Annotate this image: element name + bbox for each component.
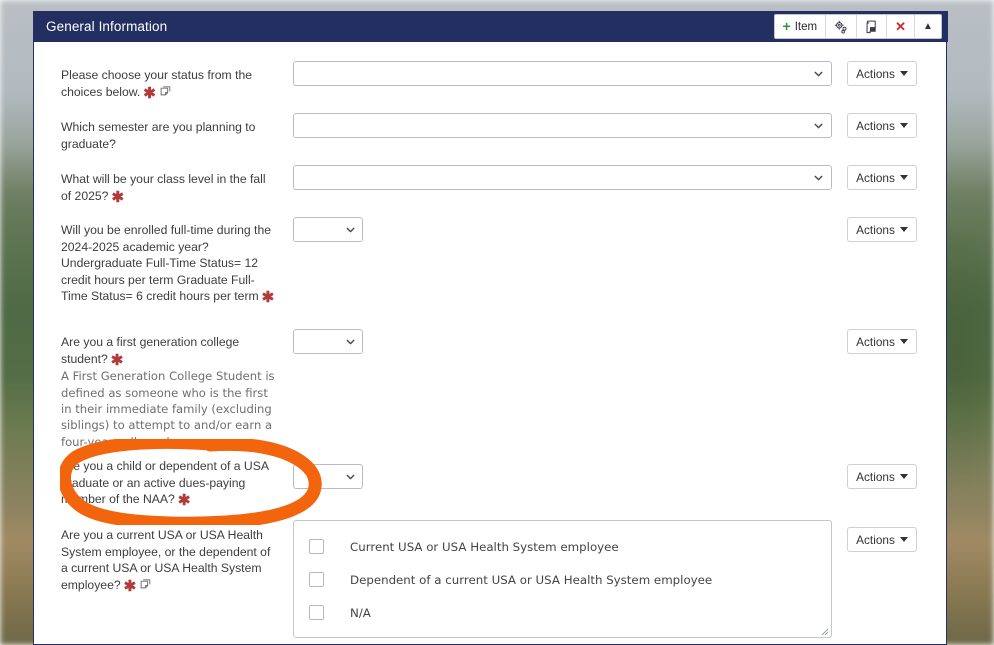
actions-button-class-level[interactable]: Actions (847, 165, 917, 190)
control-wrapper (293, 464, 363, 489)
question-label-graduation-semester: Which semester are you planning to gradu… (61, 119, 277, 152)
actions-label: Actions (856, 222, 895, 237)
question-text: Are you a first generation college stude… (61, 335, 240, 366)
control-wrapper (293, 165, 832, 190)
select-usa-graduate-naa[interactable] (293, 464, 363, 489)
required-asterisk: ✱ (177, 492, 191, 510)
add-item-label: Item (794, 20, 818, 33)
required-asterisk: ✱ (261, 289, 275, 307)
actions-button-full-time-enrollment[interactable]: Actions (847, 217, 917, 242)
required-asterisk: ✱ (110, 351, 124, 369)
select-full-time-enrollment[interactable] (293, 217, 363, 242)
question-text: Which semester are you planning to gradu… (61, 120, 256, 151)
select-status[interactable] (293, 61, 832, 86)
control-wrapper (293, 113, 832, 138)
document-copy-button[interactable] (857, 15, 888, 38)
caret-down-icon (899, 339, 908, 344)
checkbox-label: Current USA or USA Health System employe… (350, 539, 619, 554)
question-text: Are you a child or dependent of a USA gr… (61, 459, 269, 507)
question-help-text: A First Generation College Student is de… (61, 369, 275, 449)
question-label-usa-employee: Are you a current USA or USA Health Syst… (61, 527, 277, 595)
form-row: What will be your class level in the fal… (34, 165, 946, 207)
actions-button-usa-employee[interactable]: Actions (847, 527, 917, 552)
panel-header: General Information + Item ✕ ▲ (34, 11, 948, 42)
required-asterisk: ✱ (111, 188, 125, 206)
control-wrapper (293, 329, 363, 354)
actions-button-graduation-semester[interactable]: Actions (847, 113, 917, 138)
caret-down-icon (899, 474, 908, 479)
control-wrapper (293, 217, 363, 242)
chevron-down-icon (346, 339, 355, 344)
select-class-level[interactable] (293, 165, 832, 190)
question-text: Please choose your status from the choic… (61, 68, 253, 99)
caret-down-icon (899, 227, 908, 232)
form-row: Are you a first generation college stude… (34, 329, 946, 449)
resize-handle-icon[interactable] (819, 626, 829, 636)
control-wrapper: Current USA or USA Health System employe… (293, 520, 832, 638)
question-text: What will be your class level in the fal… (61, 172, 266, 203)
question-text: Are you a current USA or USA Health Syst… (61, 528, 271, 592)
actions-label: Actions (856, 532, 895, 547)
note-comment-icon[interactable] (140, 579, 152, 596)
checkbox-icon[interactable] (309, 605, 324, 620)
add-item-button[interactable]: + Item (774, 15, 827, 38)
checkbox-icon[interactable] (309, 539, 324, 554)
chevron-down-icon (346, 227, 355, 232)
chevron-down-icon (814, 71, 823, 76)
select-graduation-semester[interactable] (293, 113, 832, 138)
actions-label: Actions (856, 469, 895, 484)
plus-icon: + (782, 17, 791, 34)
chevron-down-icon (346, 474, 355, 479)
checkbox-label: N/A (350, 605, 371, 620)
checkbox-group-usa-employee: Current USA or USA Health System employe… (293, 520, 832, 638)
question-text: Will you be enrolled full-time during th… (61, 223, 271, 304)
form-row: Please choose your status from the choic… (34, 61, 946, 103)
checkbox-label: Dependent of a current USA or USA Health… (350, 572, 713, 587)
question-label-full-time-enrollment: Will you be enrolled full-time during th… (61, 222, 277, 305)
collapse-button[interactable]: ▲ (915, 15, 941, 38)
form-row: Which semester are you planning to gradu… (34, 113, 946, 155)
actions-label: Actions (856, 66, 895, 81)
panel-toolbar: + Item ✕ ▲ (773, 14, 942, 39)
checkbox-option[interactable]: Dependent of a current USA or USA Health… (294, 566, 831, 593)
chevron-up-icon: ▲ (923, 20, 933, 32)
form-row: Are you a current USA or USA Health Syst… (34, 520, 946, 643)
question-label-class-level: What will be your class level in the fal… (61, 171, 277, 206)
question-label-first-generation: Are you a first generation college stude… (61, 334, 277, 450)
actions-label: Actions (856, 170, 895, 185)
actions-button-usa-graduate-naa[interactable]: Actions (847, 464, 917, 489)
checkbox-option[interactable]: N/A (294, 599, 831, 626)
control-wrapper (293, 61, 832, 86)
actions-button-first-generation[interactable]: Actions (847, 329, 917, 354)
gear-settings-icon (834, 20, 848, 34)
page-title: General Information (46, 19, 168, 34)
question-label-status: Please choose your status from the choic… (61, 67, 277, 102)
caret-down-icon (899, 175, 908, 180)
actions-button-status[interactable]: Actions (847, 61, 917, 86)
close-x-icon: ✕ (895, 19, 906, 34)
caret-down-icon (899, 537, 908, 542)
question-label-usa-graduate-naa: Are you a child or dependent of a USA gr… (61, 458, 277, 508)
settings-button[interactable] (826, 15, 858, 38)
required-asterisk: ✱ (143, 84, 156, 102)
chevron-down-icon (814, 123, 823, 128)
form-row: Will you be enrolled full-time during th… (34, 217, 946, 317)
general-information-panel: General Information + Item ✕ ▲ Please ch… (33, 11, 948, 645)
actions-label: Actions (856, 334, 895, 349)
chevron-down-icon (814, 175, 823, 180)
form-row: Are you a child or dependent of a USA gr… (34, 453, 946, 515)
select-first-generation[interactable] (293, 329, 363, 354)
close-button[interactable]: ✕ (887, 15, 915, 38)
form-body: Please choose your status from the choic… (34, 42, 946, 643)
checkbox-icon[interactable] (309, 572, 324, 587)
caret-down-icon (899, 71, 908, 76)
checkbox-option[interactable]: Current USA or USA Health System employe… (294, 533, 831, 560)
actions-label: Actions (856, 118, 895, 133)
caret-down-icon (899, 123, 908, 128)
required-asterisk: ✱ (123, 577, 137, 595)
note-comment-icon[interactable] (160, 85, 172, 103)
document-copy-icon (865, 20, 878, 34)
